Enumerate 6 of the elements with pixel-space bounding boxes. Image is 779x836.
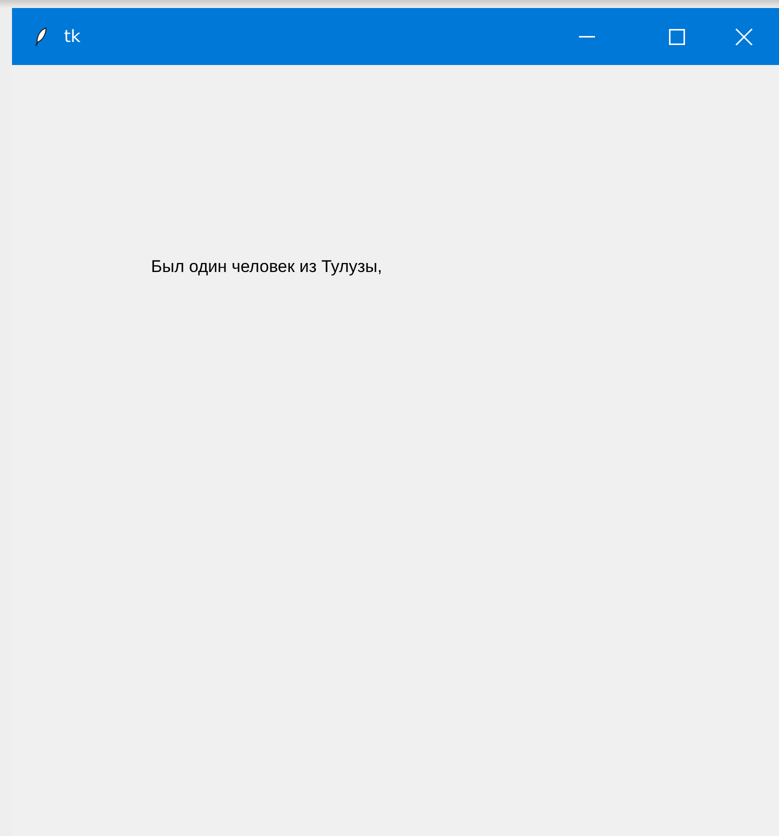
feather-icon [34,26,48,46]
minimize-icon [579,36,595,38]
close-icon [735,28,753,46]
text-label: Был один человек из Тулузы, [151,257,382,276]
window-title: tk [64,26,81,46]
maximize-icon [669,28,685,44]
